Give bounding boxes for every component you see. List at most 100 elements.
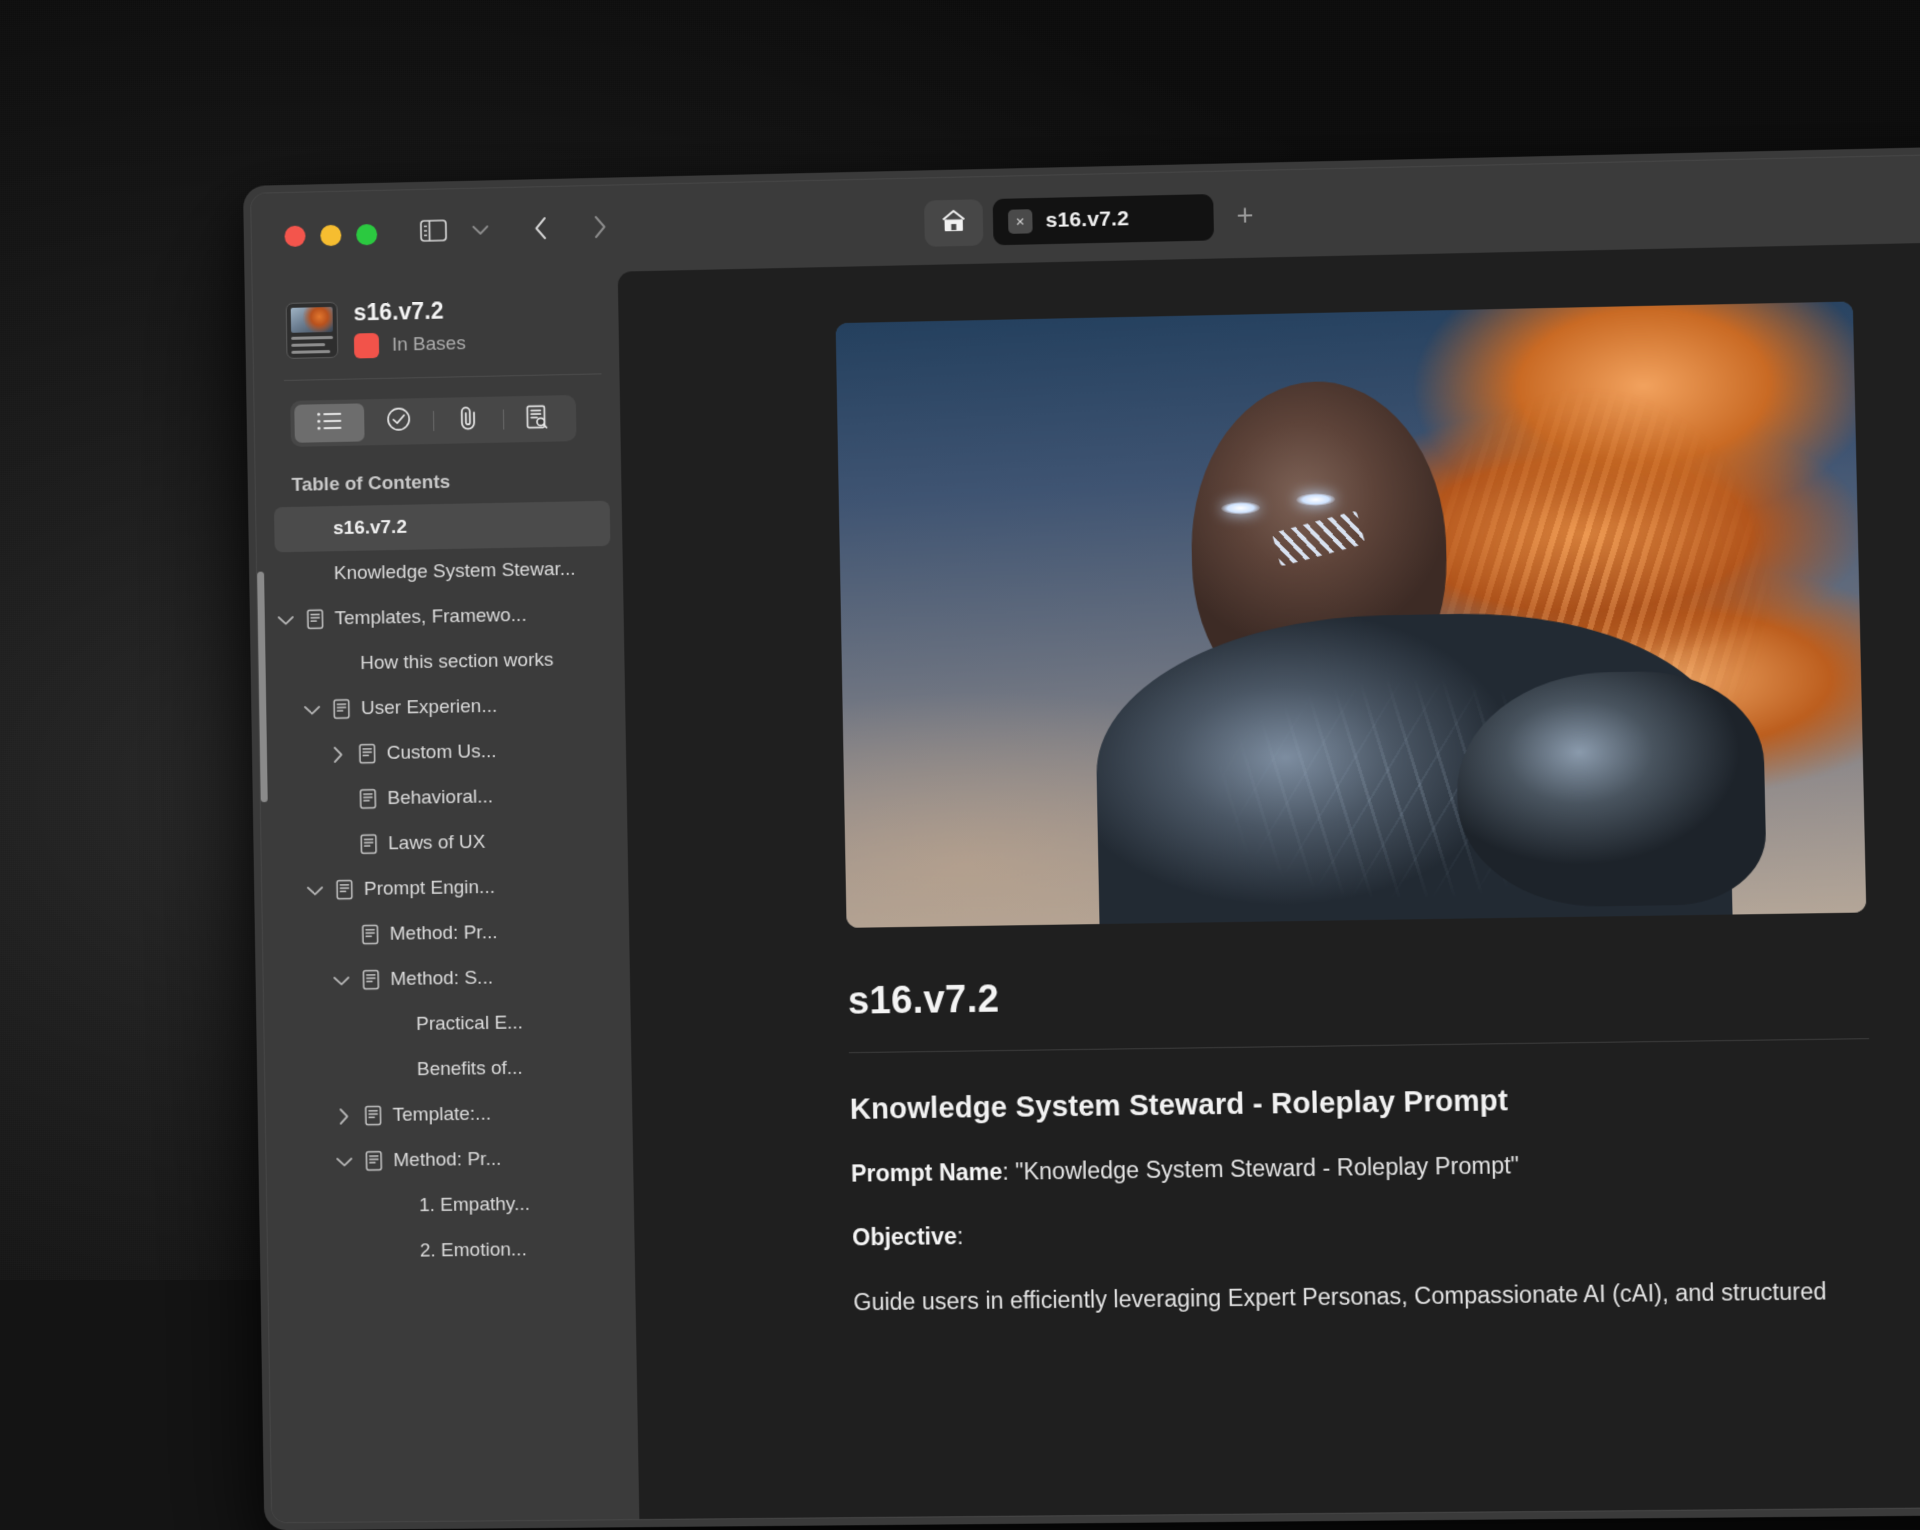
paragraph-label: Prompt Name [851, 1158, 1003, 1186]
chevron-down-icon[interactable] [305, 880, 325, 900]
new-tab-button[interactable]: + [1223, 195, 1266, 238]
toc-item[interactable]: Behavioral... [328, 772, 615, 822]
segment-outline[interactable] [294, 403, 364, 442]
chevron-down-icon[interactable] [276, 610, 296, 630]
close-tab-button[interactable]: × [1008, 209, 1033, 234]
toc-item[interactable]: Benefits of... [358, 1044, 620, 1093]
home-button[interactable] [924, 199, 983, 247]
hero-image [836, 301, 1867, 927]
labelled-paragraph: Prompt Name: "Knowledge System Steward -… [851, 1144, 1872, 1191]
forward-button[interactable] [579, 208, 622, 249]
thumbnail-line [291, 343, 324, 347]
chevron-down-icon [471, 222, 488, 240]
toc-item[interactable]: s16.v7.2 [274, 501, 610, 553]
sidebar-toggle-icon [419, 219, 446, 247]
window-inner: × s16.v7.2 + [250, 150, 1920, 1523]
document-icon [357, 788, 378, 809]
document-icon [358, 833, 379, 854]
back-button[interactable] [520, 210, 563, 251]
page-title: s16.v7.2 [848, 966, 1869, 1024]
app-window: × s16.v7.2 + [243, 143, 1920, 1530]
document-icon [360, 924, 381, 945]
document-search-icon [526, 403, 550, 435]
paragraph-text: : [957, 1223, 964, 1249]
toc-item-label: Template:... [392, 1103, 491, 1126]
toc-item-label: Benefits of... [417, 1057, 523, 1081]
window-body: s16.v7.2 In Bases [252, 239, 1920, 1523]
plus-icon: + [1236, 202, 1254, 232]
toc-item[interactable]: Template:... [333, 1090, 620, 1139]
chevron-right-icon [593, 214, 608, 243]
toc-item[interactable]: Custom Us... [327, 727, 614, 777]
labelled-paragraph: Objective: [852, 1209, 1874, 1255]
toc-item[interactable]: Templates, Framewo... [275, 591, 612, 642]
toc-item[interactable]: How this section works [301, 636, 613, 687]
content-column: s16.v7.2 Knowledge System Steward - Role… [836, 301, 1875, 1319]
table-of-contents-header: Table of Contents [291, 468, 621, 497]
toc-item-label: Laws of UX [388, 831, 486, 855]
body-paragraph: Guide users in efficiently leveraging Ex… [853, 1274, 1875, 1319]
toc-item[interactable]: Knowledge System Stewar... [275, 546, 611, 597]
zoom-window-button[interactable] [356, 223, 377, 244]
toc-item-label: Prompt Engin... [364, 876, 495, 900]
sidebar-document-title: s16.v7.2 [353, 297, 465, 326]
document-icon [362, 1105, 383, 1126]
document-status: In Bases [354, 331, 466, 358]
sidebar-options-button[interactable] [459, 211, 502, 252]
table-of-contents-list: s16.v7.2 Knowledge System Stewar... Templa… [264, 500, 635, 1275]
thumbnail-line [291, 350, 330, 354]
segment-attachments[interactable] [433, 400, 503, 440]
thumbnail-line [291, 335, 333, 339]
window-stage: × s16.v7.2 + [0, 0, 1920, 1280]
tab-bar: × s16.v7.2 + [924, 193, 1267, 247]
toc-item[interactable]: Method: Pr... [330, 908, 617, 958]
paragraph-label: Objective [852, 1223, 957, 1251]
toc-item[interactable]: Method: Pr... [334, 1135, 621, 1184]
chevron-right-icon[interactable] [334, 1106, 354, 1126]
document-icon [360, 969, 381, 990]
tab-s16-v7-2[interactable]: × s16.v7.2 [993, 194, 1214, 245]
chevron-down-icon[interactable] [331, 970, 351, 990]
toc-item-label: How this section works [360, 649, 554, 675]
content-area: s16.v7.2 Knowledge System Steward - Role… [618, 239, 1920, 1519]
sidebar-toggle-button[interactable] [412, 212, 455, 253]
chevron-right-icon[interactable] [328, 744, 348, 764]
sidebar-document-header: s16.v7.2 In Bases [260, 272, 619, 381]
toc-item-label: Practical E... [416, 1012, 523, 1036]
minimize-window-button[interactable] [320, 224, 341, 245]
document-icon [305, 609, 326, 630]
toc-item-label: 1. Empathy... [419, 1193, 530, 1217]
toc-item[interactable]: User Experien... [302, 682, 614, 733]
toc-item[interactable]: Method: S... [331, 953, 618, 1002]
toc-item[interactable]: 2. Emotion... [360, 1226, 622, 1274]
paragraph-text: : "Knowledge System Steward - Roleplay P… [1002, 1152, 1519, 1185]
chevron-down-icon[interactable] [334, 1151, 354, 1171]
chevron-left-icon [534, 216, 548, 245]
toc-item-label: Method: Pr... [393, 1148, 501, 1172]
toc-item-label: User Experien... [361, 695, 498, 719]
toc-item-label: Custom Us... [387, 740, 497, 764]
toc-item-label: s16.v7.2 [333, 516, 407, 539]
document-meta: s16.v7.2 In Bases [353, 297, 466, 358]
document-thumbnail [286, 301, 339, 358]
status-label: In Bases [392, 333, 466, 357]
segment-tasks[interactable] [363, 402, 433, 441]
toc-item-label: Templates, Framewo... [334, 604, 526, 630]
toc-item-label: 2. Emotion... [420, 1239, 527, 1262]
toc-item-label: Method: S... [390, 967, 493, 991]
document-icon [363, 1150, 384, 1171]
toc-item-label: Method: Pr... [389, 922, 497, 946]
toc-item[interactable]: 1. Empathy... [360, 1180, 622, 1229]
toc-item-label: Behavioral... [387, 786, 493, 810]
toc-item[interactable]: Practical E... [357, 999, 619, 1048]
toc-item[interactable]: Prompt Engin... [305, 863, 617, 913]
home-icon [940, 208, 967, 238]
close-icon: × [1016, 214, 1025, 229]
paperclip-icon [457, 404, 480, 436]
toc-item[interactable]: Laws of UX [329, 817, 616, 867]
tab-label: s16.v7.2 [1045, 207, 1129, 233]
close-window-button[interactable] [284, 225, 305, 246]
horizontal-rule [849, 1038, 1869, 1053]
segment-search-document[interactable] [502, 399, 572, 439]
chevron-down-icon[interactable] [302, 699, 322, 719]
